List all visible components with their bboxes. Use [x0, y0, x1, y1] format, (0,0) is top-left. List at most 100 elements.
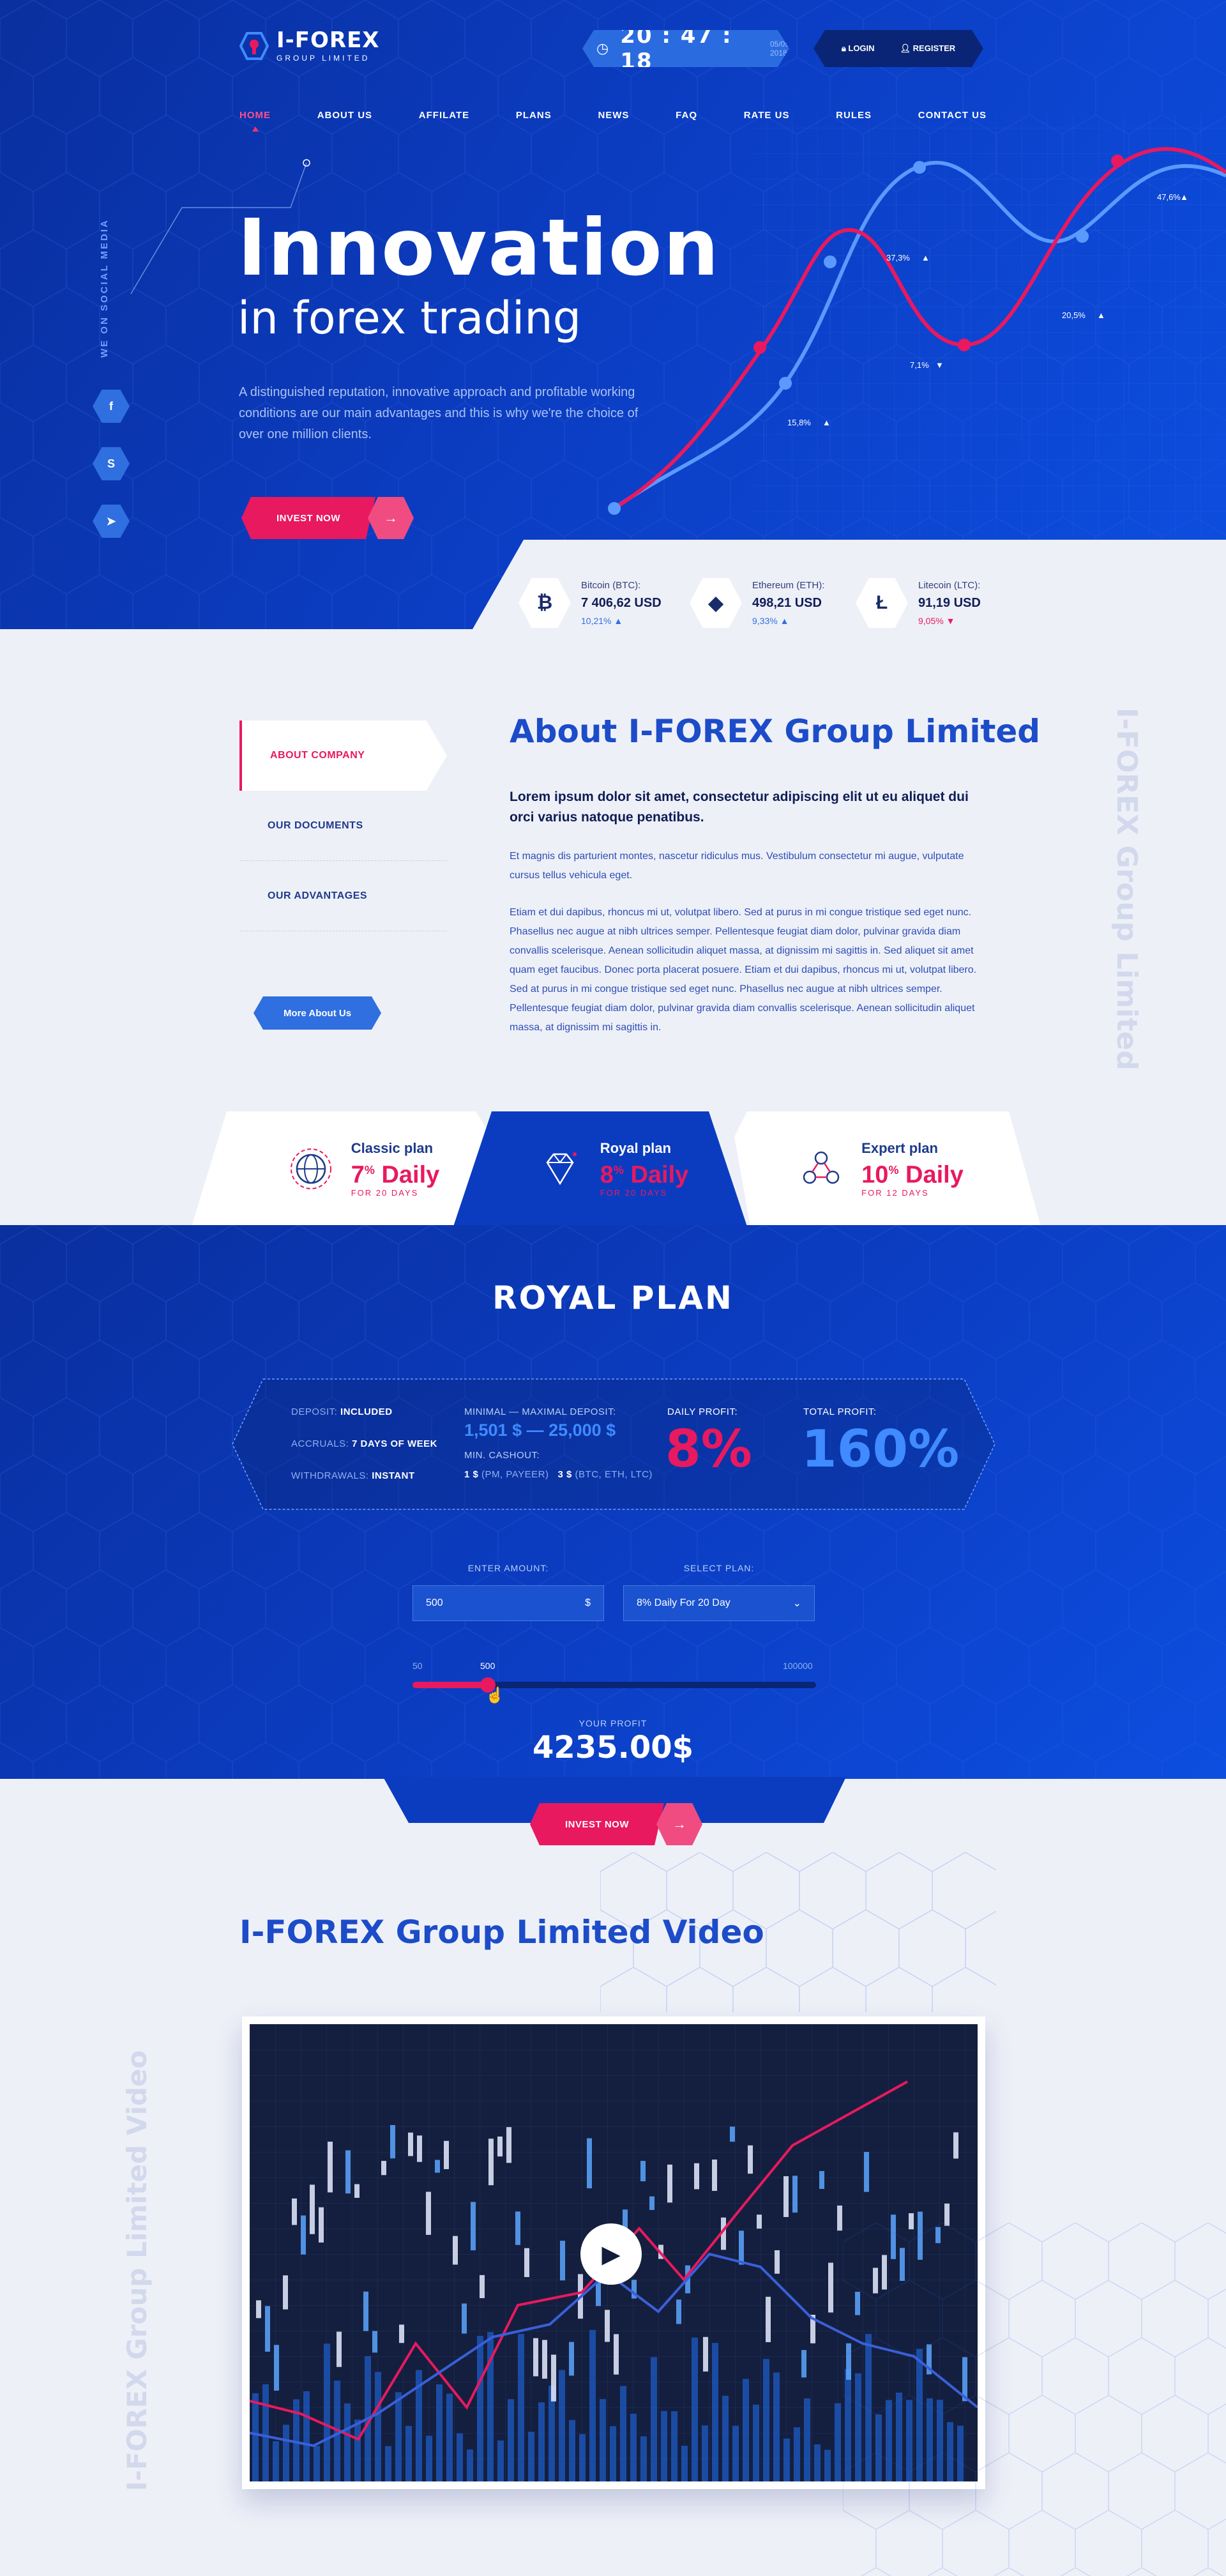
video-candle	[363, 2291, 368, 2331]
hero-invest-button[interactable]: INVEST NOW →	[241, 497, 414, 539]
video-candle	[730, 2126, 735, 2142]
register-link[interactable]: 👤︎ REGISTER	[900, 43, 956, 54]
clock-icon: ◷	[596, 40, 609, 56]
video-volume-bar	[252, 2393, 259, 2481]
video-candle	[265, 2306, 270, 2352]
crypto-name: Litecoin (LTC):	[918, 580, 981, 591]
video-volume-bar	[262, 2384, 269, 2481]
video-candle	[712, 2159, 717, 2191]
crypto-change: 10,21% ▲	[581, 616, 623, 626]
slider-min-label: 50	[412, 1661, 423, 1671]
plan-tab-classic[interactable]: Classic plan 7% Daily FOR 20 DAYS	[268, 1111, 460, 1226]
select-plan-label: SELECT PLAN:	[683, 1563, 755, 1573]
login-link[interactable]: 🔒︎ LOGIN	[842, 43, 875, 54]
video-candle	[408, 2132, 413, 2156]
about-title: About I-FOREX Group Limited	[510, 713, 1041, 750]
video-volume-bar	[375, 2372, 381, 2481]
user-icon: 👤︎	[900, 43, 913, 53]
video-volume-bar	[569, 2420, 575, 2481]
nav-about-us[interactable]: ABOUT US	[317, 110, 372, 121]
video-volume-bar	[508, 2399, 514, 2481]
royal-invest-button[interactable]: INVEST NOW →	[530, 1803, 702, 1845]
video-candle	[551, 2354, 556, 2402]
nav-affilate[interactable]: AFFILATE	[419, 110, 469, 121]
more-about-us-button[interactable]: More About Us	[254, 996, 381, 1030]
video-candle	[614, 2334, 619, 2375]
video-candle	[775, 2250, 780, 2274]
tab-our-documents[interactable]: OUR DOCUMENTS	[239, 791, 447, 861]
logo-subtitle: GROUP LIMITED	[276, 54, 370, 63]
tab-our-advantages[interactable]: OUR ADVANTAGES	[239, 861, 447, 931]
video-candle	[792, 2176, 798, 2213]
video-volume-bar	[600, 2398, 606, 2481]
plan-tab-royal[interactable]: Royal plan 8% Daily FOR 20 DAYS	[517, 1111, 709, 1226]
video-volume-bar	[457, 2433, 463, 2481]
tab-about-company[interactable]: ABOUT COMPANY	[239, 720, 447, 791]
plan-tab-expert[interactable]: Expert plan 10% Daily FOR 12 DAYS	[785, 1111, 977, 1226]
plan-select[interactable]: 8% Daily For 20 Day ⌄	[623, 1585, 815, 1621]
invest-button-label: INVEST NOW	[530, 1803, 664, 1845]
video-volume-bar	[477, 2336, 483, 2481]
daily-profit-value: 8%	[665, 1419, 752, 1479]
arrow-right-icon: →	[656, 1803, 702, 1845]
plan-rate: 7% Daily	[351, 1161, 440, 1189]
chart-label-1: 47,6%	[1157, 192, 1181, 202]
amount-label: ENTER AMOUNT:	[467, 1563, 549, 1573]
deposit-info: DEPOSIT: INCLUDED	[291, 1406, 393, 1417]
nav-home[interactable]: HOME	[239, 110, 271, 132]
about-side-watermark: I-FOREX Group Limited	[1110, 708, 1143, 1071]
video-volume-bar	[579, 2434, 586, 2481]
crypto-price: 7 406,62 USD	[581, 596, 662, 610]
video-candle	[837, 2206, 842, 2231]
crypto-eth: ◆ Ethereum (ETH): 498,21 USD 9,33% ▲	[690, 578, 824, 628]
video-candle	[319, 2207, 324, 2243]
video-volume-bar	[814, 2444, 821, 2481]
video-volume-bar	[426, 2435, 432, 2481]
cursor-pointer-icon: ☝	[485, 1687, 504, 1704]
video-volume-bar	[324, 2344, 330, 2481]
video-volume-bar	[538, 2402, 545, 2481]
diamond-icon	[546, 1152, 577, 1185]
video-candle	[310, 2184, 315, 2234]
svg-text:▼: ▼	[935, 360, 944, 370]
video-volume-bar	[783, 2438, 790, 2481]
video-volume-bar	[467, 2449, 473, 2481]
video-candle	[560, 2241, 565, 2281]
video-volume-bar	[804, 2398, 810, 2481]
video-candle	[417, 2135, 422, 2162]
video-candle	[801, 2350, 806, 2378]
video-volume-bar	[395, 2392, 402, 2481]
logo-hexagon-icon	[239, 32, 269, 60]
nav-plans[interactable]: PLANS	[516, 110, 552, 121]
video-candle	[757, 2214, 762, 2229]
crypto-change: 9,33% ▲	[752, 616, 789, 626]
svg-text:▲: ▲	[1180, 192, 1188, 202]
total-profit-value: 160%	[801, 1419, 960, 1479]
video-candle	[676, 2299, 681, 2324]
logo[interactable]: I-FOREX GROUP LIMITED	[239, 29, 380, 63]
hero-growth-chart: 47,6% ▲ 37,3% ▲ 20,5% ▲ 7,1% ▼ 15,8% ▲	[608, 147, 1226, 515]
crypto-price: 498,21 USD	[752, 596, 822, 610]
plan-name: Royal plan	[600, 1139, 671, 1156]
amount-input[interactable]: 500 $	[412, 1585, 604, 1621]
video-candle	[766, 2296, 771, 2342]
video-candle	[390, 2124, 395, 2159]
video-candle	[426, 2191, 431, 2235]
plan-name: Classic plan	[351, 1139, 434, 1156]
svg-text:▲: ▲	[1097, 310, 1105, 320]
auth-panel: 🔒︎ LOGIN 👤︎ REGISTER	[814, 30, 983, 67]
video-candle	[739, 2230, 744, 2265]
litecoin-icon: Ł	[856, 578, 908, 628]
video-candle	[301, 2215, 306, 2255]
svg-text:▲: ▲	[822, 418, 831, 427]
play-icon[interactable]: ▶	[580, 2223, 642, 2285]
video-candle	[748, 2145, 753, 2174]
video-candle	[292, 2198, 297, 2225]
video-title: I-FOREX Group Limited Video	[239, 1914, 764, 1951]
minmax-label: MINIMAL — MAXIMAL DEPOSIT:	[464, 1406, 616, 1417]
video-volume-bar	[446, 2393, 453, 2481]
chart-label-2: 37,3%	[886, 253, 910, 263]
slider-current-label: 500	[480, 1661, 496, 1671]
your-profit-value: 4235.00$	[532, 1730, 694, 1765]
video-volume-bar	[283, 2425, 289, 2481]
